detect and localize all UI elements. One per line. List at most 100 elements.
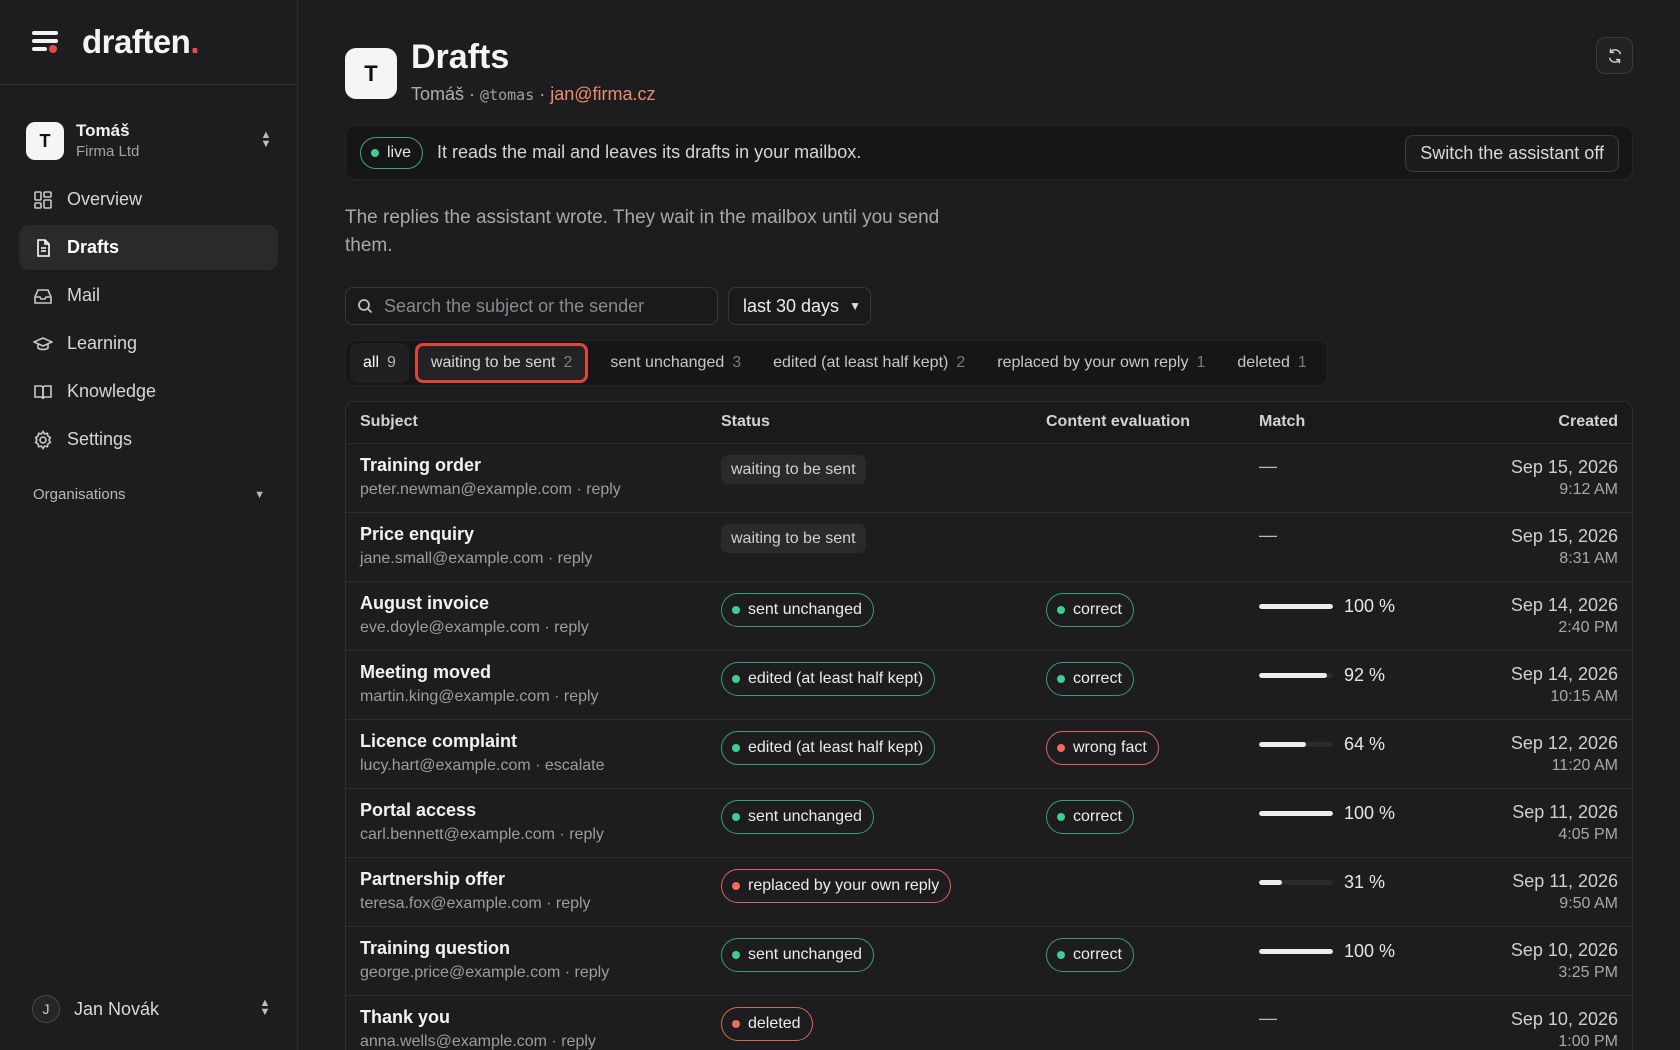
owner-name: Tomáš <box>411 84 465 104</box>
organisations-label: Organisations <box>33 486 126 503</box>
row-subject: Partnership offer <box>360 869 506 889</box>
tab-deleted[interactable]: deleted 1 <box>1221 343 1322 383</box>
switch-assistant-off-button[interactable]: Switch the assistant off <box>1405 135 1619 172</box>
owner-email-link[interactable]: jan@firma.cz <box>550 84 655 104</box>
table-body: Training order peter.newman@example.com ·… <box>346 443 1632 1050</box>
row-subject: Price enquiry <box>360 524 475 544</box>
organisations-toggle[interactable]: Organisations ▼ <box>33 486 265 503</box>
created-time: 8:31 AM <box>1559 550 1618 567</box>
workspace-switcher[interactable]: T Tomáš Firma Ltd ▲ ▼ <box>26 113 273 169</box>
column-header-status[interactable]: Status <box>721 413 770 431</box>
row-subject: Portal access <box>360 800 477 820</box>
tab-sent-unchanged[interactable]: sent unchanged 3 <box>594 343 757 383</box>
match-indicator: 92 % <box>1259 665 1385 686</box>
page-avatar: T <box>345 48 397 99</box>
row-sender: peter.newman@example.com · reply <box>360 481 621 498</box>
created-date: Sep 15, 2026 <box>1510 457 1618 477</box>
created-date: Sep 14, 2026 <box>1510 664 1618 684</box>
created-date: Sep 11, 2026 <box>1512 802 1618 822</box>
row-subject: Training question <box>360 938 511 958</box>
table-row[interactable]: August invoice eve.doyle@example.com · re… <box>346 581 1632 650</box>
created-date: Sep 11, 2026 <box>1512 871 1618 891</box>
nav-label: Overview <box>67 189 143 209</box>
status-dot <box>732 744 740 752</box>
table-row[interactable]: Thank you anna.wells@example.com · reply d… <box>346 995 1632 1050</box>
menu-icon[interactable] <box>32 31 60 53</box>
match-percent: 100 % <box>1344 803 1396 823</box>
created-time: 2:40 PM <box>1558 619 1618 636</box>
date-range-value: last 30 days <box>743 295 840 316</box>
match-bar-fill <box>1259 949 1333 954</box>
tab-all[interactable]: all 9 <box>350 343 409 383</box>
match-empty: — <box>1259 1008 1277 1028</box>
tab-replaced[interactable]: replaced by your own reply 1 <box>981 343 1221 383</box>
status-badge: deleted <box>721 1007 813 1041</box>
match-bar <box>1259 811 1333 816</box>
document-icon <box>37 238 50 257</box>
row-sender: george.price@example.com · reply <box>360 964 610 981</box>
created-date: Sep 10, 2026 <box>1510 940 1618 960</box>
created-time: 9:12 AM <box>1559 481 1618 498</box>
date-range-select[interactable]: last 30 days ▼ <box>728 287 871 325</box>
nav-item-learning[interactable]: Learning <box>19 321 278 366</box>
match-bar <box>1259 949 1333 954</box>
created-time: 11:20 AM <box>1551 757 1618 774</box>
page-description: The replies the assistant wrote. They wa… <box>345 207 940 256</box>
search-box[interactable] <box>345 287 718 325</box>
match-bar <box>1259 880 1333 885</box>
status-tabs: all 9 waiting to be sent 2 sent unchanged 3… <box>345 340 1328 386</box>
column-header-evaluation[interactable]: Content evaluation <box>1046 413 1190 431</box>
status-badge: sent unchanged <box>721 938 874 972</box>
row-subject: Thank you <box>360 1007 451 1027</box>
nav-item-mail[interactable]: Mail <box>19 273 278 318</box>
logo: draften. <box>82 23 200 60</box>
chevron-down-icon: ▼ <box>254 488 265 501</box>
page-title: Drafts <box>411 38 510 76</box>
row-created: Sep 15, 2026 8:31 AM <box>1511 524 1618 570</box>
tab-edited[interactable]: edited (at least half kept) 2 <box>757 343 981 383</box>
evaluation-badge: correct <box>1046 800 1134 834</box>
tab-waiting-to-be-sent[interactable]: waiting to be sent 2 <box>414 343 589 383</box>
search-input[interactable] <box>384 295 704 317</box>
status-dot <box>1057 744 1065 752</box>
row-subject: Licence complaint <box>360 731 518 751</box>
match-bar <box>1259 604 1333 609</box>
row-sender: martin.king@example.com · reply <box>360 688 599 705</box>
created-time: 10:15 AM <box>1550 688 1618 705</box>
status-dot <box>732 1020 740 1028</box>
match-percent: 100 % <box>1344 596 1396 616</box>
chevron-up-down-icon: ▲ ▼ <box>259 997 271 1018</box>
column-header-created[interactable]: Created <box>1558 413 1618 431</box>
nav-item-overview[interactable]: Overview <box>19 177 278 222</box>
table-row[interactable]: Price enquiry jane.small@example.com · re… <box>346 512 1632 581</box>
column-header-subject[interactable]: Subject <box>360 413 418 431</box>
nav-label: Drafts <box>67 237 120 257</box>
created-date: Sep 15, 2026 <box>1510 526 1618 546</box>
table-row[interactable]: Meeting moved martin.king@example.com · r… <box>346 650 1632 719</box>
created-date: Sep 12, 2026 <box>1510 733 1618 753</box>
table-row[interactable]: Licence complaint lucy.hart@example.com ·… <box>346 719 1632 788</box>
nav-item-knowledge[interactable]: Knowledge <box>19 369 278 414</box>
grid-icon <box>34 190 52 209</box>
match-percent: 31 % <box>1344 872 1386 892</box>
refresh-button[interactable] <box>1596 37 1633 74</box>
match-percent: 92 % <box>1344 665 1386 685</box>
created-time: 4:05 PM <box>1558 826 1618 843</box>
nav-item-drafts[interactable]: Drafts <box>19 225 278 270</box>
table-row[interactable]: Partnership offer teresa.fox@example.com … <box>346 857 1632 926</box>
row-created: Sep 12, 2026 11:20 AM <box>1511 731 1618 777</box>
user-menu[interactable]: J Jan Novák ▲ ▼ <box>32 994 272 1024</box>
table-row[interactable]: Portal access carl.bennett@example.com · … <box>346 788 1632 857</box>
avatar: J <box>32 995 60 1023</box>
page-subtitle: Tomáš · @tomas · jan@firma.cz <box>411 84 656 104</box>
main-nav: Overview Drafts Mail Learning Knowledge … <box>19 177 278 462</box>
assistant-status-banner: live It reads the mail and leaves its dr… <box>345 125 1633 180</box>
row-created: Sep 14, 2026 2:40 PM <box>1511 593 1618 639</box>
match-bar <box>1259 742 1333 747</box>
row-sender: jane.small@example.com · reply <box>360 550 593 567</box>
status-dot <box>732 813 740 821</box>
table-row[interactable]: Training question george.price@example.co… <box>346 926 1632 995</box>
table-row[interactable]: Training order peter.newman@example.com ·… <box>346 443 1632 512</box>
column-header-match[interactable]: Match <box>1259 413 1305 431</box>
nav-item-settings[interactable]: Settings <box>19 417 278 462</box>
